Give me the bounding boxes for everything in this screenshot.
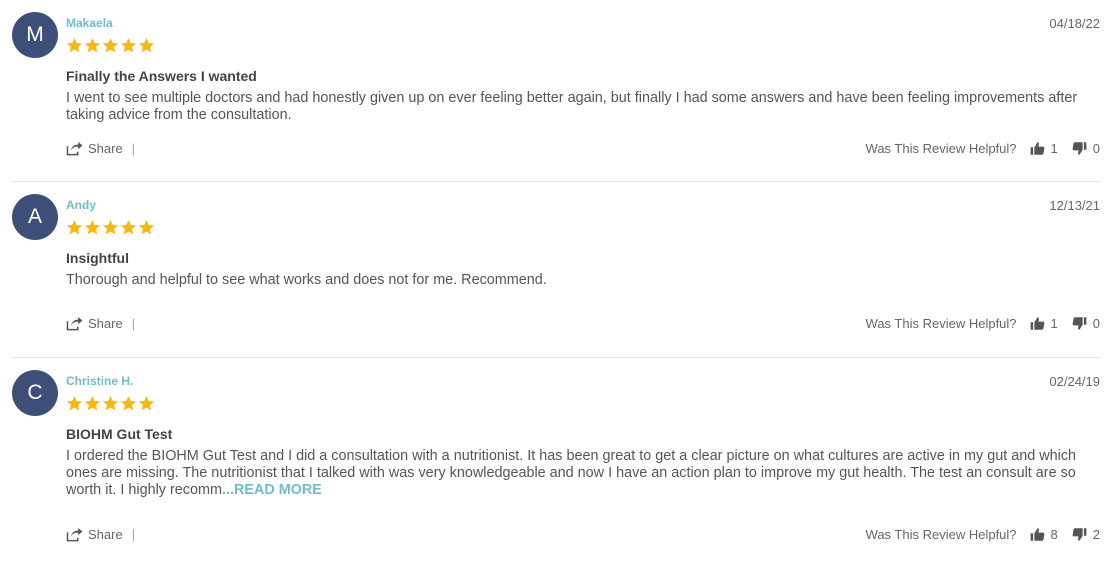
- review-text: I went to see multiple doctors and had h…: [66, 90, 1078, 123]
- thumbs-down-icon: [1072, 142, 1087, 155]
- upvote-button[interactable]: 1: [1030, 316, 1058, 331]
- star-icon: [84, 396, 101, 411]
- review-date: 02/24/19: [1049, 374, 1100, 389]
- helpful-vote: Was This Review Helpful? 1 0: [866, 316, 1100, 331]
- review-title: Finally the Answers I wanted: [66, 68, 257, 84]
- review-item: C Christine H. 02/24/19 BIOHM Gut Test I…: [12, 358, 1100, 563]
- review-actions: Share | Was This Review Helpful? 8 2: [66, 527, 1100, 547]
- reviewer-name: Makaela: [66, 16, 113, 30]
- star-icon: [120, 38, 137, 53]
- review-title: BIOHM Gut Test: [66, 426, 173, 442]
- star-icon: [120, 220, 137, 235]
- downvote-button[interactable]: 2: [1072, 527, 1100, 542]
- avatar: A: [12, 194, 58, 240]
- star-rating: [66, 37, 155, 56]
- star-icon: [102, 396, 119, 411]
- review-date: 12/13/21: [1049, 198, 1100, 213]
- star-icon: [66, 396, 83, 411]
- share-label: Share: [88, 527, 123, 542]
- review-item: A Andy 12/13/21 Insightful Thorough and …: [12, 182, 1100, 358]
- review-date: 04/18/22: [1049, 16, 1100, 31]
- review-text: Thorough and helpful to see what works a…: [66, 272, 547, 288]
- star-icon: [66, 38, 83, 53]
- review-actions: Share | Was This Review Helpful? 1 0: [66, 141, 1100, 161]
- avatar: M: [12, 12, 58, 58]
- upvote-button[interactable]: 8: [1030, 527, 1058, 542]
- star-icon: [66, 220, 83, 235]
- thumbs-up-icon: [1030, 317, 1044, 330]
- helpful-label: Was This Review Helpful?: [865, 316, 1017, 331]
- star-icon: [102, 38, 119, 53]
- upvote-count: 1: [1050, 141, 1058, 156]
- star-icon: [138, 396, 155, 411]
- upvote-count: 8: [1050, 527, 1058, 542]
- reviewer-name: Andy: [66, 198, 96, 212]
- star-icon: [84, 38, 101, 53]
- thumbs-down-icon: [1072, 317, 1087, 330]
- star-rating: [66, 219, 155, 238]
- star-icon: [138, 38, 155, 53]
- upvote-button[interactable]: 1: [1030, 141, 1058, 156]
- helpful-label: Was This Review Helpful?: [865, 141, 1017, 156]
- downvote-button[interactable]: 0: [1072, 316, 1100, 331]
- helpful-vote: Was This Review Helpful? 1 0: [866, 141, 1100, 156]
- read-more-link[interactable]: ...READ MORE: [222, 482, 322, 498]
- thumbs-up-icon: [1030, 528, 1044, 541]
- helpful-vote: Was This Review Helpful? 8 2: [866, 527, 1100, 542]
- share-button[interactable]: Share |: [66, 527, 135, 542]
- downvote-button[interactable]: 0: [1072, 141, 1100, 156]
- downvote-count: 2: [1092, 527, 1100, 542]
- avatar: C: [12, 370, 58, 416]
- review-body: Thorough and helpful to see what works a…: [66, 272, 1102, 289]
- share-label: Share: [88, 316, 123, 331]
- share-icon: [66, 316, 83, 330]
- reviewer-name: Christine H.: [66, 374, 134, 388]
- thumbs-up-icon: [1030, 142, 1044, 155]
- upvote-count: 1: [1050, 316, 1058, 331]
- review-text: I ordered the BIOHM Gut Test and I did a…: [66, 448, 1077, 498]
- star-icon: [120, 396, 137, 411]
- thumbs-down-icon: [1072, 528, 1087, 541]
- review-body: I went to see multiple doctors and had h…: [66, 90, 1102, 124]
- star-icon: [102, 220, 119, 235]
- separator: |: [131, 141, 136, 156]
- helpful-label: Was This Review Helpful?: [865, 527, 1017, 542]
- review-item: M Makaela 04/18/22 Finally the Answers I…: [12, 0, 1100, 182]
- review-title: Insightful: [66, 250, 129, 266]
- share-icon: [66, 527, 83, 541]
- downvote-count: 0: [1092, 141, 1100, 156]
- downvote-count: 0: [1092, 316, 1100, 331]
- reviews-list: M Makaela 04/18/22 Finally the Answers I…: [0, 0, 1110, 563]
- review-actions: Share | Was This Review Helpful? 1 0: [66, 316, 1100, 336]
- share-button[interactable]: Share |: [66, 141, 135, 156]
- star-icon: [84, 220, 101, 235]
- separator: |: [131, 527, 136, 542]
- star-icon: [138, 220, 155, 235]
- share-label: Share: [88, 141, 123, 156]
- share-button[interactable]: Share |: [66, 316, 135, 331]
- separator: |: [131, 316, 136, 331]
- review-body: I ordered the BIOHM Gut Test and I did a…: [66, 448, 1102, 499]
- star-rating: [66, 395, 155, 414]
- share-icon: [66, 141, 83, 155]
